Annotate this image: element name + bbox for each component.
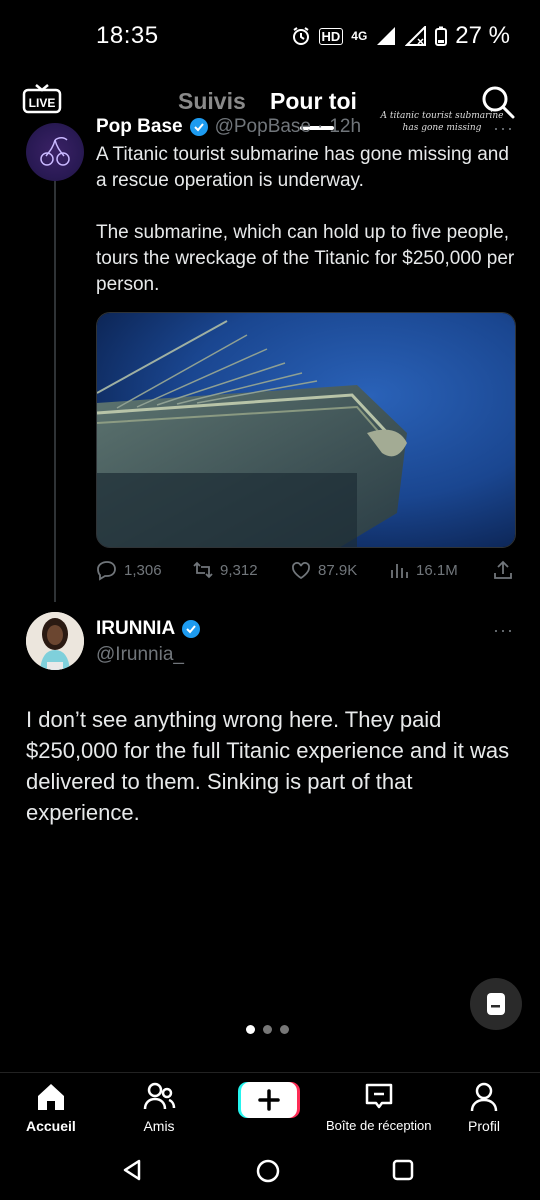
page-dot	[263, 1025, 272, 1034]
tab-for-you[interactable]: Pour toi	[270, 88, 357, 115]
tweet[interactable]: Pop Base @PopBase · 12h A Titanic touris…	[96, 116, 520, 298]
battery-percent: 27 %	[455, 22, 510, 49]
tweet-actions: 1,306 9,312 87.9K 16.1M	[96, 556, 516, 584]
inbox-icon	[365, 1083, 393, 1109]
author-handle[interactable]: @PopBase	[215, 116, 311, 138]
retweet-action[interactable]: 9,312	[192, 559, 258, 581]
author-name[interactable]: Pop Base	[96, 116, 183, 138]
tweet-paragraph-1: A Titanic tourist submarine has gone mis…	[96, 144, 509, 191]
nav-home-label: Accueil	[26, 1118, 76, 1134]
bottom-nav: Accueil Amis Boîte de réception Profil	[0, 1076, 540, 1140]
tweet-time: 12h	[329, 116, 362, 137]
share-action[interactable]	[492, 559, 514, 581]
views-count: 16.1M	[416, 561, 458, 579]
nav-inbox-label: Boîte de réception	[326, 1118, 432, 1133]
titanic-wreck-image	[97, 313, 515, 547]
verified-icon	[189, 118, 208, 136]
bottom-divider	[0, 1072, 540, 1073]
nav-friends[interactable]: Amis	[142, 1080, 176, 1134]
page-dot	[246, 1025, 255, 1034]
floating-action-button[interactable]	[470, 978, 522, 1030]
recents-icon[interactable]	[391, 1158, 415, 1182]
views-icon	[391, 564, 408, 578]
live-icon[interactable]: LIVE	[22, 84, 62, 114]
signal-icon	[377, 27, 396, 45]
verified-icon	[182, 620, 201, 638]
back-icon[interactable]	[120, 1158, 144, 1182]
page-indicator	[246, 1025, 289, 1034]
signal-2-icon	[405, 26, 427, 46]
views-action[interactable]: 16.1M	[388, 559, 458, 581]
live-label: LIVE	[29, 96, 56, 110]
thread-line	[54, 178, 56, 602]
network-type: 4G	[351, 29, 368, 43]
separator: ·	[317, 116, 324, 137]
avatar[interactable]	[26, 612, 84, 670]
home-icon	[37, 1084, 64, 1110]
reply-icon	[97, 561, 116, 581]
system-navigation-bar	[0, 1148, 540, 1200]
nav-home[interactable]: Accueil	[26, 1080, 76, 1134]
retweet-icon	[193, 561, 213, 579]
share-icon	[494, 560, 512, 579]
tweet-text: A Titanic tourist submarine has gone mis…	[96, 142, 520, 298]
reply-author-handle[interactable]: @Irunnia_	[96, 644, 201, 666]
like-action[interactable]: 87.9K	[290, 559, 357, 581]
reply-text: I don’t see anything wrong here. They pa…	[26, 707, 510, 825]
home-circle-icon[interactable]	[255, 1158, 281, 1184]
tab-following[interactable]: Suivis	[178, 88, 246, 115]
profile-icon	[470, 1082, 498, 1112]
page-dot	[280, 1025, 289, 1034]
create-button[interactable]	[238, 1080, 300, 1120]
friends-icon	[143, 1082, 176, 1110]
profile-photo	[26, 612, 84, 670]
battery-icon	[435, 26, 448, 46]
nav-profile[interactable]: Profil	[467, 1080, 501, 1134]
nav-profile-label: Profil	[468, 1118, 500, 1134]
retweet-count: 9,312	[220, 561, 258, 579]
reply-action[interactable]: 1,306	[96, 559, 162, 581]
reply-author-name[interactable]: IRUNNIA	[96, 618, 175, 640]
status-bar: 18:35 HD 4G 27 %	[0, 0, 540, 76]
tweet-header: Pop Base @PopBase · 12h	[96, 116, 520, 138]
cherry-icon	[40, 137, 70, 166]
volte-icon: HD	[318, 27, 344, 45]
reply-header: IRUNNIA @Irunnia_	[96, 618, 201, 666]
status-time: 18:35	[96, 22, 159, 49]
reply-count: 1,306	[124, 561, 162, 579]
status-icons: HD 4G 27 %	[291, 22, 510, 50]
avatar[interactable]	[26, 123, 84, 181]
alarm-icon	[292, 27, 309, 45]
nav-inbox[interactable]: Boîte de réception	[326, 1080, 432, 1133]
heart-icon	[292, 562, 310, 580]
nav-friends-label: Amis	[143, 1118, 175, 1134]
document-icon	[487, 993, 505, 1015]
more-options-icon[interactable]: ···	[493, 620, 514, 641]
tweet-paragraph-2: The submarine, which can hold up to five…	[96, 222, 515, 295]
like-count: 87.9K	[318, 561, 358, 579]
tweet-image[interactable]	[96, 312, 516, 548]
more-options-icon[interactable]: ···	[493, 118, 514, 139]
